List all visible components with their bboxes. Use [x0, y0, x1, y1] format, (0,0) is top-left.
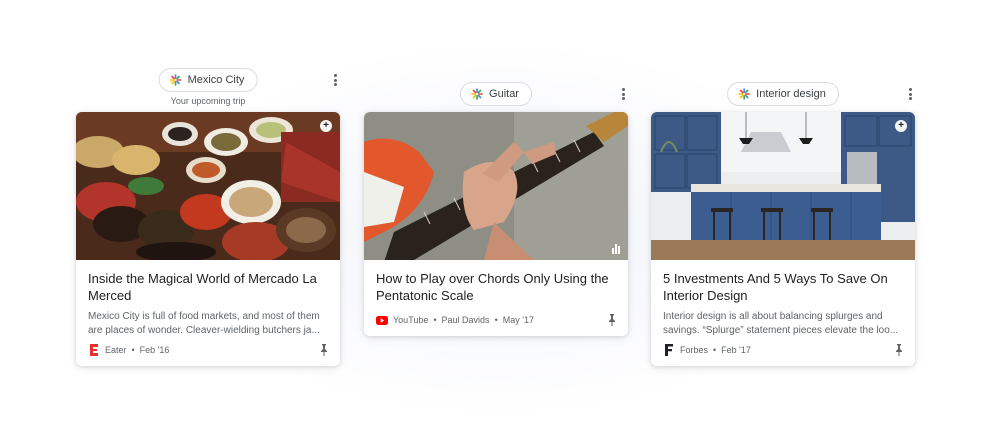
card-header: Mexico City Your upcoming trip: [76, 60, 340, 112]
video-source: YouTube: [393, 315, 429, 325]
eater-logo-icon: [88, 344, 100, 356]
more-options-icon[interactable]: [618, 86, 628, 102]
topic-subtitle: Your upcoming trip: [170, 96, 246, 106]
article-title[interactable]: 5 Investments And 5 Ways To Save On Inte…: [663, 270, 903, 304]
pin-icon[interactable]: [608, 314, 616, 326]
more-options-icon[interactable]: [905, 86, 915, 102]
add-icon[interactable]: +: [320, 120, 332, 132]
feed-column-guitar: Guitar How to Play over Chords Only Usin…: [364, 60, 628, 336]
video-author: Paul Davids: [441, 315, 490, 325]
topic-chip-label: Interior design: [756, 88, 826, 100]
meta-separator: •: [713, 345, 717, 355]
pin-icon[interactable]: [895, 344, 903, 356]
add-icon[interactable]: +: [895, 120, 907, 132]
article-thumbnail: +: [76, 112, 340, 260]
topic-chip[interactable]: Mexico City: [158, 68, 258, 92]
feed-column-mexico-city: Mexico City Your upcoming trip + Inside …: [76, 60, 340, 366]
card-header: Interior design: [651, 60, 915, 112]
forbes-logo-icon: [663, 344, 675, 356]
article-title[interactable]: Inside the Magical World of Mercado La M…: [88, 270, 328, 304]
topic-chip[interactable]: Interior design: [727, 82, 839, 106]
video-date: May '17: [502, 315, 534, 325]
topic-chip-label: Mexico City: [187, 74, 245, 86]
article-card[interactable]: + 5 Investments And 5 Ways To Save On In…: [651, 112, 915, 366]
meta-separator: •: [433, 315, 437, 325]
video-thumbnail: [364, 112, 628, 260]
pin-icon[interactable]: [320, 344, 328, 356]
youtube-logo-icon: [376, 314, 388, 326]
article-snippet: Interior design is all about balancing s…: [663, 311, 899, 336]
playing-indicator-icon: [612, 244, 620, 254]
more-options-icon[interactable]: [330, 72, 340, 88]
google-sparkle-icon: [471, 88, 483, 100]
article-snippet: Mexico City is full of food markets, and…: [88, 311, 320, 336]
topic-chip[interactable]: Guitar: [460, 82, 532, 106]
article-meta: Forbes • Feb '17: [663, 344, 903, 356]
article-card[interactable]: + Inside the Magical World of Mercado La…: [76, 112, 340, 366]
google-sparkle-icon: [738, 88, 750, 100]
article-thumbnail: +: [651, 112, 915, 260]
video-card[interactable]: How to Play over Chords Only Using the P…: [364, 112, 628, 336]
google-sparkle-icon: [169, 74, 182, 86]
article-source: Eater: [105, 345, 127, 355]
video-title[interactable]: How to Play over Chords Only Using the P…: [376, 270, 616, 304]
topic-chip-label: Guitar: [489, 88, 519, 100]
article-date: Feb '17: [721, 345, 751, 355]
card-header: Guitar: [364, 60, 628, 112]
feed-column-interior-design: Interior design + 5 Investments And 5 Wa…: [651, 60, 915, 366]
meta-separator: •: [131, 345, 135, 355]
meta-separator: •: [494, 315, 498, 325]
article-source: Forbes: [680, 345, 709, 355]
article-meta: Eater • Feb '16: [88, 344, 328, 356]
article-date: Feb '16: [139, 345, 170, 355]
video-meta: YouTube • Paul Davids • May '17: [376, 314, 616, 326]
